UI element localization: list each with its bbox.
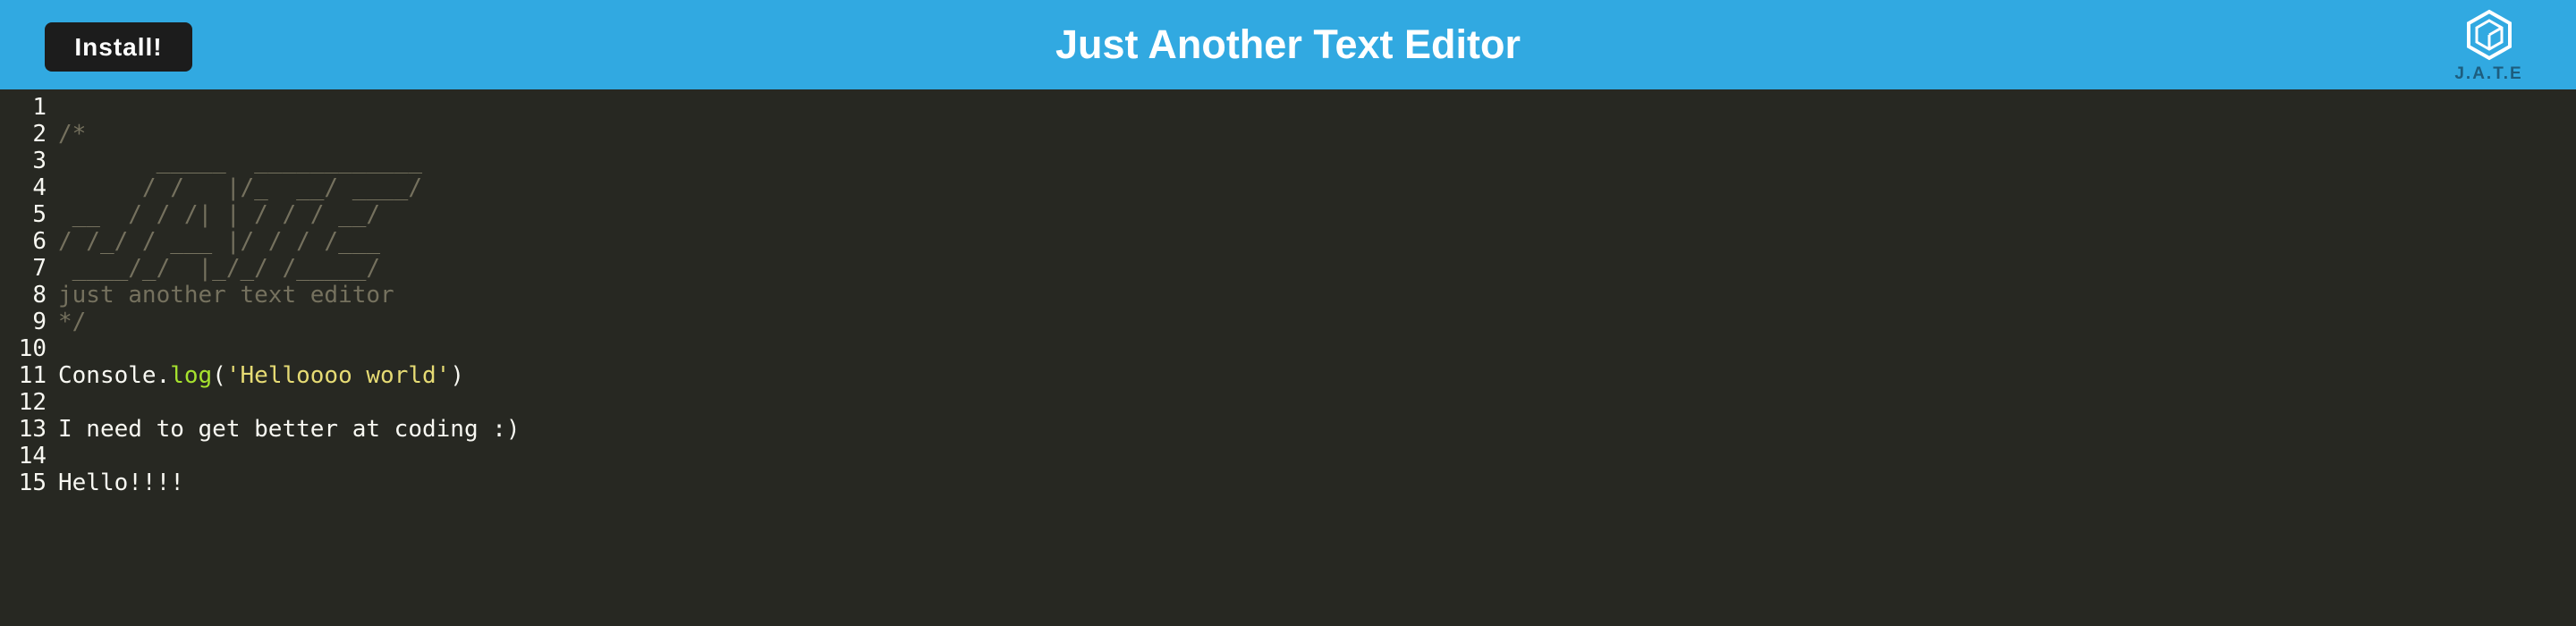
app-title: Just Another Text Editor xyxy=(1055,21,1521,67)
line-number: 3 xyxy=(32,148,47,174)
line-text[interactable]: / / |/_ __/ ____/ xyxy=(58,174,422,201)
line-text[interactable]: ____/_/ |_/_/ /_____/ xyxy=(58,255,380,282)
line-text[interactable]: / /_/ / ___ |/ / / /___ xyxy=(58,228,380,255)
editor-line[interactable]: 10 xyxy=(0,335,2576,362)
editor-line[interactable]: 4 / / |/_ __/ ____/ xyxy=(0,174,2576,201)
install-button[interactable]: Install! xyxy=(45,22,192,72)
line-text[interactable]: I need to get better at coding :) xyxy=(58,416,521,443)
code-object: Console. xyxy=(58,362,171,389)
line-number: 6 xyxy=(32,228,47,255)
editor-line[interactable]: 3 _____ ____________ xyxy=(0,148,2576,174)
editor-line[interactable]: 1 xyxy=(0,94,2576,121)
editor-line[interactable]: 6 / /_/ / ___ |/ / / /___ xyxy=(0,228,2576,255)
editor-line[interactable]: 9 */ xyxy=(0,309,2576,335)
line-text[interactable]: _____ ____________ xyxy=(58,148,422,174)
line-number: 12 xyxy=(18,389,47,416)
code-editor[interactable]: 1 2 /* 3 _____ ____________ 4 / / |/_ __… xyxy=(0,89,2576,626)
line-text[interactable]: just another text editor xyxy=(58,282,394,309)
line-number: 4 xyxy=(32,174,47,201)
editor-line[interactable]: 14 xyxy=(0,443,2576,470)
editor-line[interactable]: 5 __ / / /| | / / / __/ xyxy=(0,201,2576,228)
editor-line[interactable]: 12 xyxy=(0,389,2576,416)
line-number: 1 xyxy=(32,94,47,121)
line-text[interactable]: __ / / /| | / / / __/ xyxy=(58,201,380,228)
app-logo: J.A.T.E xyxy=(2451,9,2527,86)
line-number: 8 xyxy=(32,282,47,309)
line-number: 15 xyxy=(18,470,47,496)
line-text[interactable]: Hello!!!! xyxy=(58,470,184,496)
navbar: Install! Just Another Text Editor J.A.T.… xyxy=(0,0,2576,89)
cube-logo-icon xyxy=(2467,9,2512,61)
editor-line[interactable]: 11 Console.log('Helloooo world') xyxy=(0,362,2576,389)
line-text[interactable]: */ xyxy=(58,309,86,335)
line-text[interactable]: Console.log('Helloooo world') xyxy=(58,362,464,389)
line-number: 7 xyxy=(32,255,47,282)
editor-line[interactable]: 13 I need to get better at coding :) xyxy=(0,416,2576,443)
editor-line[interactable]: 7 ____/_/ |_/_/ /_____/ xyxy=(0,255,2576,282)
code-string: 'Helloooo world' xyxy=(225,362,451,389)
line-number: 9 xyxy=(32,309,47,335)
code-paren: ) xyxy=(450,362,464,389)
logo-text: J.A.T.E xyxy=(2454,64,2523,83)
code-paren: ( xyxy=(212,362,226,389)
line-text[interactable]: /* xyxy=(58,121,86,148)
line-number: 13 xyxy=(18,416,47,443)
line-number: 11 xyxy=(18,362,47,389)
editor-line[interactable]: 2 /* xyxy=(0,121,2576,148)
line-number: 10 xyxy=(18,335,47,362)
editor-line[interactable]: 8 just another text editor xyxy=(0,282,2576,309)
code-function: log xyxy=(170,362,213,389)
line-number: 2 xyxy=(32,121,47,148)
line-number: 14 xyxy=(18,443,47,470)
line-number: 5 xyxy=(32,201,47,228)
editor-line[interactable]: 15 Hello!!!! xyxy=(0,470,2576,496)
